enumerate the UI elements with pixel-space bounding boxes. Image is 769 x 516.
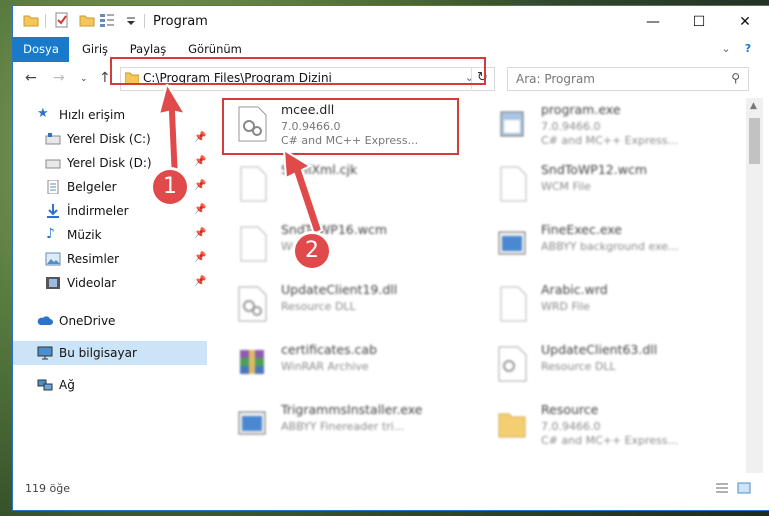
file-detail: 7.0.9466.0 [541,120,601,133]
window-title: Program [153,14,208,29]
file-detail: 7.0.9466.0 [541,420,601,433]
maximize-button[interactable]: ☐ [676,6,722,37]
status-bar: 119 öğe [13,474,769,510]
expand-ribbon-icon[interactable]: ⌄ [718,41,734,57]
file-name: Resource [541,402,599,417]
music-icon: ♪ [46,226,55,242]
file-detail: ABBYY Finereader tri... [281,420,405,433]
dll-file-icon [498,346,527,382]
file-item[interactable]: program.exe 7.0.9466.0 C# and MC++ Expre… [483,98,733,150]
file-icon [240,166,267,202]
scrollbar[interactable]: ▲ [746,98,763,473]
file-name: FineExec.exe [541,222,622,237]
tab-dosya[interactable]: Dosya [13,37,69,62]
step-badge: 1 [150,167,190,207]
dll-file-icon [238,286,267,322]
file-item[interactable]: UpdateClient19.dll Resource DLL [223,278,473,330]
pin-icon[interactable]: 📌 [194,276,206,287]
title-bar: Program — ☐ ✕ [13,6,769,37]
customize-icon[interactable] [99,12,115,28]
video-icon [46,277,60,289]
file-name: Arabic.wrd [541,282,608,297]
chevron-down-icon[interactable] [126,12,136,28]
file-highlight [222,98,459,155]
file-detail: C# and MC++ Express... [541,434,679,447]
minimize-button[interactable]: — [630,6,676,37]
pictures-icon [45,252,61,266]
search-input[interactable]: Ara: Program [516,72,595,86]
sidebar-item-resimler[interactable]: Resimler 📌 [13,247,213,271]
separator [144,14,145,28]
exe-file-icon [238,411,266,435]
forward-button[interactable]: → [53,70,65,86]
file-item[interactable]: TrigrammsInstaller.exe ABBYY Finereader … [223,398,473,450]
network-icon [37,379,53,391]
file-item[interactable]: Arabic.wrd WRD File [483,278,733,330]
sidebar-item-onedrive[interactable]: OneDrive [13,309,213,333]
close-button[interactable]: ✕ [722,6,768,37]
star-icon: ★ [37,106,49,121]
drive-icon [45,159,61,169]
sidebar-item-bu-bilgisayar[interactable]: Bu bilgisayar [13,341,207,365]
file-item[interactable]: Resource 7.0.9466.0 C# and MC++ Express.… [483,398,733,450]
large-icons-view-icon[interactable] [737,482,751,494]
exe-file-icon [500,111,524,137]
sidebar-item-ag[interactable]: Ağ [13,373,213,397]
file-item[interactable]: SndToWP16.wcm WCM File [223,218,473,270]
file-icon [240,226,267,262]
file-detail: WRD File [541,300,590,313]
computer-icon [37,346,53,360]
back-button[interactable]: ← [25,70,37,86]
recent-locations-icon[interactable]: ⌄ [80,74,88,84]
pin-icon[interactable]: 📌 [194,228,206,239]
item-count: 119 öğe [25,482,70,495]
download-icon [47,204,59,218]
file-name: UpdateClient63.dll [541,342,658,357]
folder-icon[interactable] [23,12,39,28]
file-detail: ABBYY background exe... [541,240,679,253]
file-icon [500,286,527,322]
up-button[interactable]: ↑ [99,70,111,86]
file-item[interactable]: UpdateClient63.dll Resource DLL [483,338,733,390]
file-detail: WCM File [541,180,591,193]
help-icon[interactable]: ? [740,41,756,57]
details-view-icon[interactable] [715,482,729,494]
file-item[interactable]: SndToWP12.wcm WCM File [483,158,733,210]
pin-icon[interactable]: 📌 [194,252,206,263]
file-detail: Resource DLL [541,360,616,373]
chevron-up-icon[interactable]: ▲ [750,101,757,111]
folder-file-icon [498,413,526,438]
file-detail: C# and MC++ Express... [541,134,679,147]
file-name: program.exe [541,102,621,117]
file-name: TrigrammsInstaller.exe [281,402,423,417]
file-item[interactable]: FineExec.exe ABBYY background exe... [483,218,733,270]
search-box[interactable]: Ara: Program ⚲ [507,67,749,91]
sidebar-item-muzik[interactable]: ♪ Müzik 📌 [13,223,213,247]
scrollbar-thumb[interactable] [749,118,760,164]
file-item[interactable]: certificates.cab WinRAR Archive [223,338,473,390]
file-detail: Resource DLL [281,300,356,313]
separator [45,14,46,28]
file-detail: WinRAR Archive [281,360,369,373]
file-name: certificates.cab [281,342,378,357]
sidebar-item-videolar[interactable]: Videolar 📌 [13,271,213,295]
file-name: SndToWP12.wcm [541,162,647,177]
file-name: UpdateClient19.dll [281,282,398,297]
file-icon [500,166,527,202]
file-item[interactable]: ShellXml.cjk [223,158,473,210]
tab-giris[interactable]: Giriş [76,37,114,62]
exe-file-icon [498,231,526,255]
properties-check-icon[interactable] [54,12,70,28]
search-icon: ⚲ [731,71,740,85]
cloud-icon [37,316,53,325]
drive-icon [45,133,61,145]
step-badge: 2 [292,231,332,271]
address-highlight [110,57,486,85]
archive-icon [240,350,264,374]
documents-icon [47,180,59,194]
new-folder-icon[interactable] [79,12,95,28]
